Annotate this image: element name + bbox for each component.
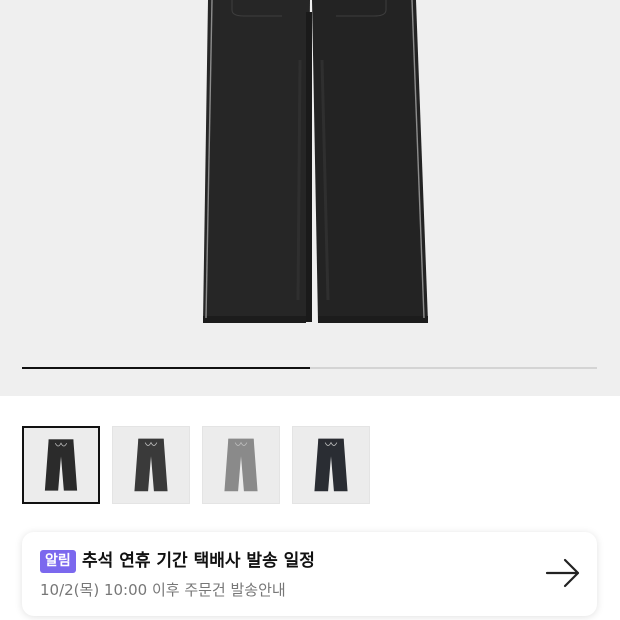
pants-thumbnail-image: [24, 428, 98, 502]
black-wide-pants-product-image: [203, 0, 428, 323]
arrow-right-icon[interactable]: [545, 558, 581, 588]
black-pants-thumbnail[interactable]: [22, 426, 100, 504]
pants-thumbnail-image: [113, 427, 189, 503]
gallery-progress-fill: [22, 367, 310, 369]
notice-badge: 알림: [40, 550, 76, 573]
gallery-progress-track: [22, 367, 597, 369]
product-detail-page: 알림 추석 연휴 기간 택배사 발송 일정 10/2(목) 10:00 이후 주…: [0, 0, 620, 620]
notice-subtitle: 10/2(목) 10:00 이후 주문건 발송안내: [40, 581, 286, 599]
shipping-notice-card[interactable]: 알림 추석 연휴 기간 택배사 발송 일정 10/2(목) 10:00 이후 주…: [22, 532, 597, 616]
charcoal-pants-thumbnail[interactable]: [112, 426, 190, 504]
dark-navy-pants-thumbnail[interactable]: [292, 426, 370, 504]
gray-pants-thumbnail[interactable]: [202, 426, 280, 504]
product-image-gallery[interactable]: [0, 0, 620, 396]
pants-thumbnail-image: [203, 427, 279, 503]
notice-title: 추석 연휴 기간 택배사 발송 일정: [82, 551, 315, 571]
pants-thumbnail-image: [293, 427, 369, 503]
